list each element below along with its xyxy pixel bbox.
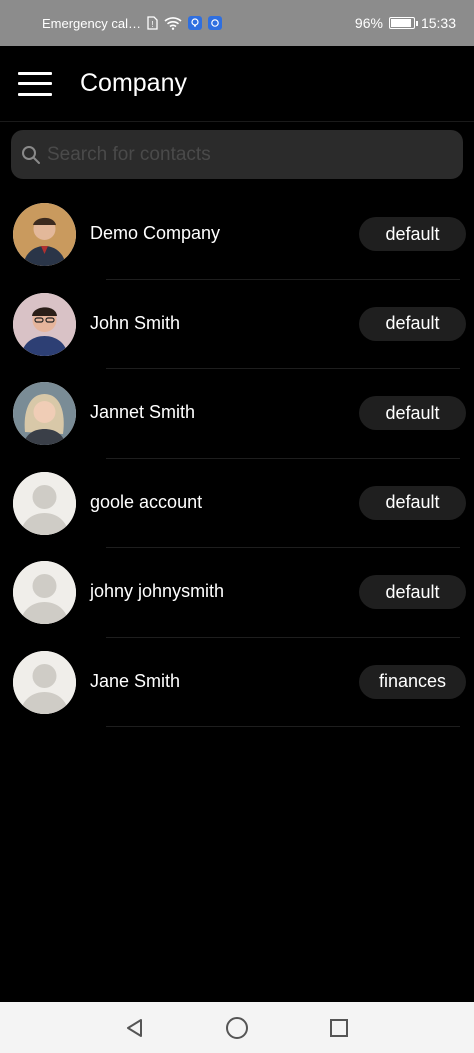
clock: 15:33 bbox=[420, 15, 456, 31]
contact-name: Demo Company bbox=[90, 223, 221, 243]
contact-name: Jannet Smith bbox=[90, 402, 196, 422]
menu-line bbox=[18, 82, 52, 85]
avatar-placeholder-icon bbox=[13, 471, 76, 535]
back-triangle-icon[interactable] bbox=[123, 1016, 147, 1040]
avatar-placeholder-icon bbox=[13, 561, 76, 624]
app-notification-icon bbox=[187, 16, 202, 30]
app-bar: Company bbox=[0, 46, 474, 122]
app-notification-icon-2 bbox=[207, 16, 222, 30]
contact-row[interactable]: goole account default bbox=[0, 459, 474, 548]
contact-row[interactable]: johny johnysmith default bbox=[0, 548, 474, 638]
avatar-placeholder-icon bbox=[13, 650, 76, 714]
contact-name: johny johnysmith bbox=[90, 581, 225, 601]
contact-name: John Smith bbox=[90, 312, 181, 333]
row-divider bbox=[106, 726, 460, 727]
wifi-icon bbox=[164, 16, 182, 30]
contact-tag-badge[interactable]: default bbox=[359, 306, 466, 341]
contact-tag-badge[interactable]: default bbox=[359, 217, 466, 251]
search-input[interactable] bbox=[47, 143, 447, 166]
contact-tag-badge[interactable]: default bbox=[359, 575, 466, 609]
page-title: Company bbox=[80, 69, 187, 97]
battery-icon bbox=[388, 17, 418, 29]
contact-row[interactable]: Jannet Smith default bbox=[0, 369, 474, 459]
menu-line bbox=[18, 92, 52, 96]
contact-tag-badge[interactable]: default bbox=[359, 485, 466, 520]
contact-row[interactable]: Demo Company default bbox=[0, 190, 474, 280]
system-nav-bar bbox=[0, 1002, 474, 1053]
search-bar[interactable] bbox=[11, 130, 463, 179]
hamburger-menu-icon[interactable] bbox=[18, 71, 52, 96]
battery-percent: 96% bbox=[354, 15, 383, 31]
status-left: Emergency cal… ! bbox=[42, 16, 222, 31]
menu-line bbox=[18, 71, 52, 75]
sim-icon: ! bbox=[147, 16, 158, 30]
svg-text:!: ! bbox=[151, 20, 153, 29]
recents-square-icon[interactable] bbox=[327, 1016, 351, 1040]
contact-row[interactable]: Jane Smith finances bbox=[0, 638, 474, 727]
contact-name: goole account bbox=[90, 491, 203, 512]
search-icon bbox=[21, 145, 41, 165]
status-right: 96% 15:33 bbox=[355, 15, 456, 31]
battery-fill bbox=[390, 19, 412, 27]
avatar-photo bbox=[13, 292, 76, 356]
carrier-label: Emergency cal… bbox=[42, 15, 141, 31]
home-circle-icon[interactable] bbox=[225, 1016, 249, 1040]
contact-name: Jane Smith bbox=[90, 670, 181, 691]
status-bar: Emergency cal… ! 96% 15:33 bbox=[0, 0, 474, 46]
contact-row[interactable]: John Smith default bbox=[0, 280, 474, 369]
avatar-photo bbox=[13, 382, 76, 445]
avatar-photo bbox=[13, 203, 76, 266]
contact-tag-badge[interactable]: default bbox=[359, 396, 466, 430]
contact-list: Demo Company default John Smith default Jann… bbox=[0, 190, 474, 727]
contact-tag-badge[interactable]: finances bbox=[359, 664, 466, 699]
